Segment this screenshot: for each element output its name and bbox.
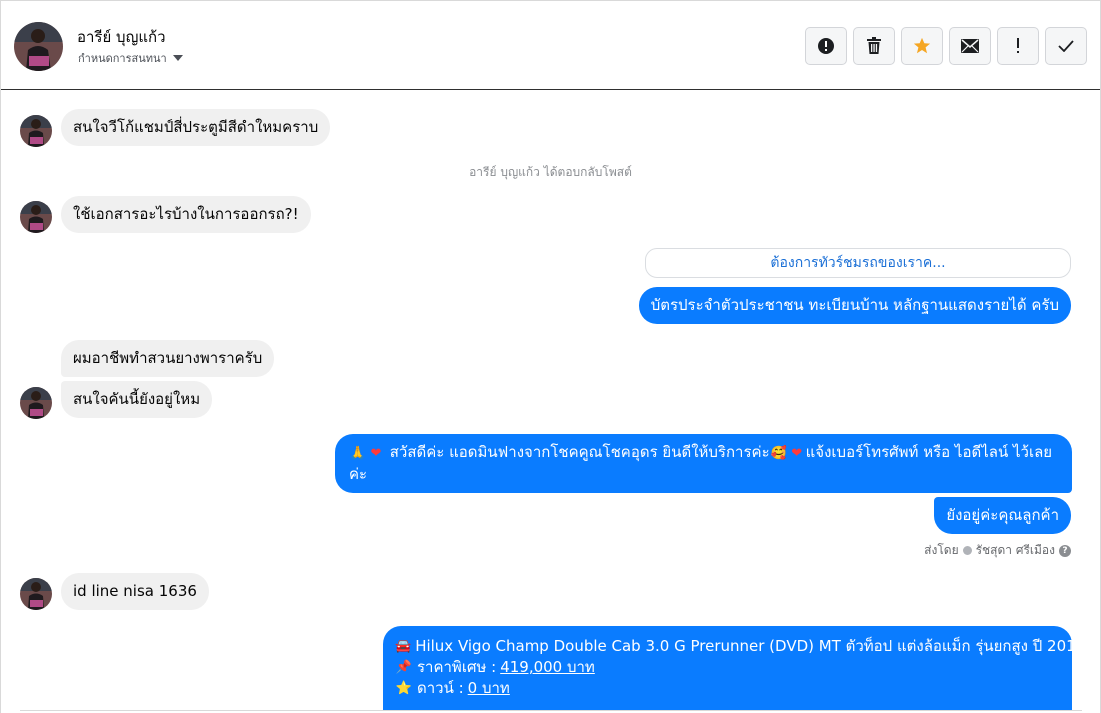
folded-hands-emoji-icon: 🙏: [349, 446, 367, 461]
product-message[interactable]: 🚘 Hilux Vigo Champ Double Cab 3.0 G Preru…: [383, 626, 1085, 711]
mark-done-button[interactable]: [1045, 27, 1087, 65]
contact-avatar-small[interactable]: [20, 387, 52, 419]
smiling-hearts-emoji-icon: 🥰: [770, 446, 787, 461]
star-button[interactable]: [901, 27, 943, 65]
conversation-settings-dropdown[interactable]: กำหนดการสนทนา: [78, 49, 183, 67]
incoming-message[interactable]: ใช้เอกสารอะไรบ้างในการออกรถ?!: [61, 196, 311, 233]
help-icon[interactable]: ?: [1059, 544, 1071, 557]
outgoing-message[interactable]: บัตรประจำตัวประชาชน ทะเบียนบ้าน หลักฐานแ…: [638, 287, 1071, 324]
incoming-message[interactable]: สนใจคันนี้ยังอยู่ใหม: [61, 381, 213, 418]
price-label: ราคาพิเศษ :: [417, 658, 497, 676]
heart-emoji-icon: ❤: [370, 446, 382, 461]
outgoing-message[interactable]: 🙏 ❤ สวัสดีค่ะ แอดมินฟางจากโชคคูณโชคอุดร ย…: [335, 434, 1072, 493]
heart-emoji-icon: ❤: [791, 446, 803, 461]
car-emoji-icon: 🚘: [395, 639, 412, 654]
price-value: 419,000 บาท: [500, 658, 595, 676]
incoming-message[interactable]: สนใจวีโก้แชมป์สี่ประตูมีสีดำใหมคราบ: [61, 109, 331, 146]
sent-by-label: ส่งโดย: [924, 543, 959, 557]
pushpin-emoji-icon: 📌: [395, 660, 413, 675]
exclamation-icon: [1017, 38, 1019, 53]
message-text: สวัสดีค่ะ แอดมินฟางจากโชคคูณโชคอุดร ยินด…: [389, 443, 770, 461]
star-icon: [913, 37, 931, 54]
divider: [20, 710, 1082, 711]
header-actions: [805, 27, 1087, 65]
envelope-icon: [961, 39, 979, 53]
mark-unread-button[interactable]: [949, 27, 991, 65]
contact-avatar-small[interactable]: [20, 201, 52, 233]
message-text: แจ้งเบอร์โทรศัพท์ หรือ ไอดีไลน์ ไว้เลย: [805, 443, 1053, 461]
product-title: Hilux Vigo Champ Double Cab 3.0 G Prerun…: [415, 637, 1086, 655]
down-payment-label: ดาวน์ :: [417, 679, 464, 697]
incoming-message[interactable]: id line nisa 1636: [61, 573, 209, 610]
star-emoji-icon: ⭐: [395, 681, 413, 696]
link-preview-card[interactable]: ต้องการทัวร์ชมรถของเราค...: [645, 248, 1071, 278]
message-thread[interactable]: สนใจวีโก้แชมป์สี่ประตูมีสีดำใหมคราบ อารี…: [1, 91, 1100, 711]
conversation-header: อารีย์ บุญแก้ว กำหนดการสนทนา: [1, 1, 1100, 90]
agent-status-icon: [962, 546, 972, 555]
sent-by-indicator: ส่งโดย รัชสุดา ศรีเมือง ?: [924, 541, 1071, 560]
caret-down-icon: [172, 55, 183, 61]
sent-by-name[interactable]: รัชสุดา ศรีเมือง: [976, 541, 1055, 560]
contact-name[interactable]: อารีย์ บุญแก้ว: [77, 25, 166, 49]
incoming-message[interactable]: ผมอาชีพทำสวนยางพาราครับ: [61, 340, 275, 377]
delete-button[interactable]: [853, 27, 895, 65]
report-spam-button[interactable]: [805, 27, 847, 65]
check-icon: [1058, 40, 1074, 52]
trash-icon: [867, 37, 881, 54]
conversation-settings-label: กำหนดการสนทนา: [78, 52, 167, 65]
system-notice: อารีย์ บุญแก้ว ได้ตอบกลับโพสต์: [469, 165, 632, 179]
contact-avatar[interactable]: [14, 22, 63, 71]
down-payment-value: 0 บาท: [467, 679, 510, 697]
message-text: ค่ะ: [349, 465, 368, 483]
outgoing-message[interactable]: ยังอยู่ค่ะคุณลูกค้า: [934, 497, 1071, 534]
exclamation-circle-icon: [818, 38, 834, 54]
mark-important-button[interactable]: [997, 27, 1039, 65]
contact-avatar-small[interactable]: [20, 578, 52, 610]
contact-avatar-small[interactable]: [20, 115, 52, 147]
